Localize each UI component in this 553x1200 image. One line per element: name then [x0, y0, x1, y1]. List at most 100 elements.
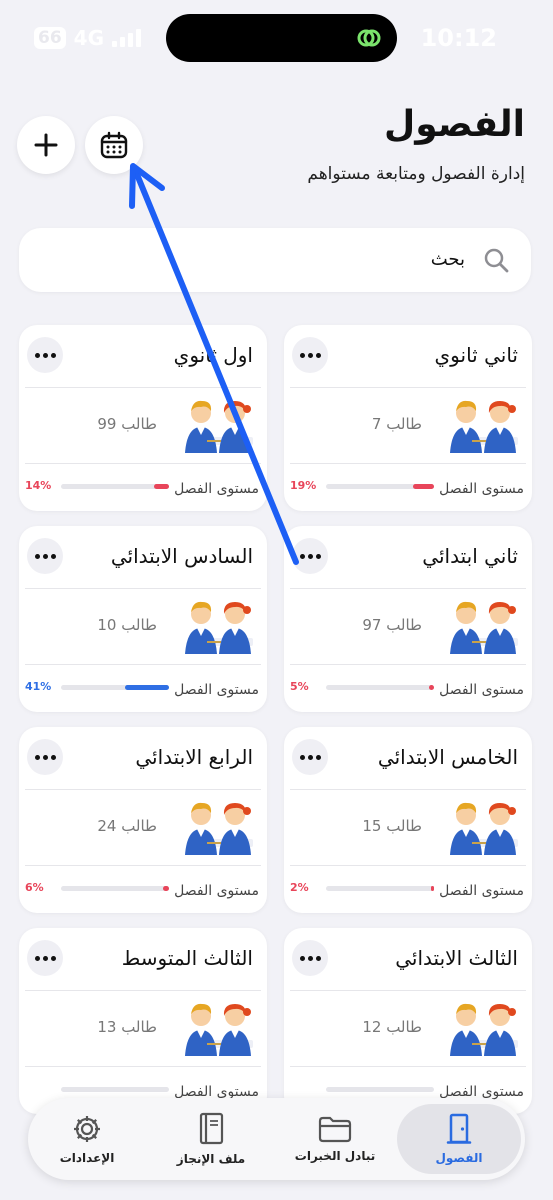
level-progress-track	[61, 1087, 169, 1092]
more-options-button[interactable]	[292, 538, 328, 574]
dot	[50, 352, 56, 358]
level-progress-track	[61, 685, 169, 690]
plus-icon	[34, 133, 58, 157]
dynamic-island	[166, 14, 397, 62]
class-card[interactable]: الثالث الابتدائي 12 طالب مستوى الفصل	[284, 928, 532, 1114]
tab-experience-exchange[interactable]: تبادل الخبرات	[273, 1104, 397, 1174]
class-title: الخامس الابتدائي	[377, 745, 518, 769]
link-app-icon	[357, 29, 381, 47]
class-card[interactable]: ثاني ثانوي 7 طالب مستوى الفصل 19%	[284, 325, 532, 511]
page-title: الفصول	[383, 104, 525, 145]
more-options-button[interactable]	[27, 337, 63, 373]
dot	[315, 553, 321, 559]
class-card[interactable]: الثالث المتوسط 13 طالب مستوى الفصل	[19, 928, 267, 1114]
tab-experience-label: تبادل الخبرات	[294, 1149, 376, 1163]
tab-classes-label: الفصول	[435, 1151, 483, 1165]
level-progress-track	[326, 886, 434, 891]
door-icon	[446, 1113, 472, 1144]
level-progress-track	[326, 685, 434, 690]
search-icon	[484, 248, 509, 273]
student-count: 12 طالب	[362, 1018, 422, 1036]
class-card[interactable]: الرابع الابتدائي 24 طالب مستوى الفصل 6%	[19, 727, 267, 913]
divider	[25, 789, 261, 790]
level-progress-fill	[413, 484, 434, 489]
dot	[299, 955, 305, 961]
dot	[34, 955, 40, 961]
level-label: مستوى الفصل	[174, 481, 259, 497]
level-progress-fill	[431, 886, 434, 891]
tab-classes[interactable]: الفصول	[397, 1104, 521, 1174]
divider	[290, 789, 526, 790]
more-options-button[interactable]	[292, 940, 328, 976]
divider	[290, 463, 526, 464]
level-percent: 14%	[25, 479, 52, 492]
divider	[290, 865, 526, 866]
level-progress-fill	[428, 685, 434, 690]
dot	[50, 955, 56, 961]
class-card[interactable]: السادس الابتدائي 10 طالب مستوى الفصل 41%	[19, 526, 267, 712]
class-title: ثاني ابتدائي	[422, 544, 518, 568]
divider	[25, 387, 261, 388]
student-count: 99 طالب	[97, 415, 157, 433]
status-bar: 66 4G 10:12	[0, 0, 553, 78]
level-progress-track	[326, 1087, 434, 1092]
class-title: ثاني ثانوي	[434, 343, 518, 367]
dot	[315, 754, 321, 760]
notebook-icon	[199, 1112, 224, 1145]
class-card[interactable]: اول ثانوي 99 طالب مستوى الفصل 14%	[19, 325, 267, 511]
divider	[290, 990, 526, 991]
add-class-button[interactable]	[17, 116, 75, 174]
class-card[interactable]: ثاني ابتدائي 97 طالب مستوى الفصل 5%	[284, 526, 532, 712]
status-time: 10:12	[420, 24, 497, 52]
dot	[299, 754, 305, 760]
divider	[25, 1066, 261, 1067]
tab-portfolio[interactable]: ملف الإنجاز	[149, 1104, 273, 1174]
dot	[315, 352, 321, 358]
dot	[34, 352, 40, 358]
level-label: مستوى الفصل	[439, 481, 524, 497]
calendar-button[interactable]	[85, 116, 143, 174]
level-progress-track	[61, 886, 169, 891]
signal-icon	[112, 29, 142, 47]
more-options-button[interactable]	[27, 739, 63, 775]
divider	[25, 865, 261, 866]
level-progress-track	[61, 484, 169, 489]
level-label: مستوى الفصل	[174, 883, 259, 899]
page-subtitle: إدارة الفصول ومتابعة مستواهم	[307, 164, 525, 184]
dot	[34, 754, 40, 760]
status-left: 66 4G	[34, 26, 142, 50]
dot	[299, 553, 305, 559]
level-progress-fill	[124, 685, 169, 690]
students-illustration	[185, 601, 253, 654]
level-percent: 41%	[25, 680, 52, 693]
student-count: 7 طالب	[371, 415, 422, 433]
level-percent: 6%	[25, 881, 44, 894]
level-label: مستوى الفصل	[174, 682, 259, 698]
more-options-button[interactable]	[292, 739, 328, 775]
more-options-button[interactable]	[27, 538, 63, 574]
class-title: الرابع الابتدائي	[135, 745, 253, 769]
student-count: 24 طالب	[97, 817, 157, 835]
divider	[25, 990, 261, 991]
level-progress-fill	[162, 886, 169, 891]
search-bar[interactable]	[19, 228, 531, 292]
class-title: الثالث المتوسط	[121, 946, 253, 970]
more-options-button[interactable]	[292, 337, 328, 373]
students-illustration	[450, 1003, 518, 1056]
dot	[42, 553, 48, 559]
tab-bar: الفصول تبادل الخبرات ملف الإنجاز الإعداد…	[28, 1098, 525, 1180]
level-label: مستوى الفصل	[439, 883, 524, 899]
dot	[50, 754, 56, 760]
class-card[interactable]: الخامس الابتدائي 15 طالب مستوى الفصل 2%	[284, 727, 532, 913]
more-options-button[interactable]	[27, 940, 63, 976]
divider	[290, 387, 526, 388]
dot	[299, 352, 305, 358]
search-input[interactable]	[63, 248, 467, 271]
dot	[42, 352, 48, 358]
tab-portfolio-label: ملف الإنجاز	[176, 1152, 246, 1166]
student-count: 10 طالب	[97, 616, 157, 634]
students-illustration	[450, 400, 518, 453]
folder-icon	[318, 1116, 352, 1143]
tab-settings[interactable]: الإعدادات	[25, 1104, 149, 1174]
student-count: 13 طالب	[97, 1018, 157, 1036]
